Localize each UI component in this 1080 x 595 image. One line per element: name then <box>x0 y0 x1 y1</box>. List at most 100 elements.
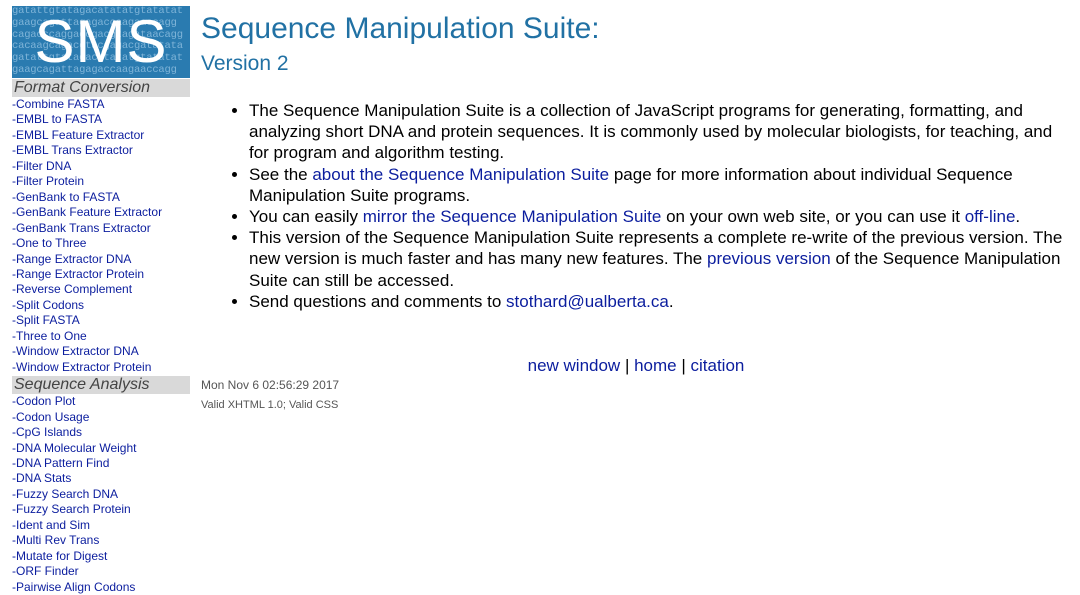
sidebar-item: -Filter Protein <box>12 174 190 189</box>
bullet-text: Send questions and comments to <box>249 291 507 311</box>
sidebar-item: -Window Extractor Protein <box>12 360 190 375</box>
bullet-text: The Sequence Manipulation Suite is a col… <box>249 101 1053 163</box>
sidebar-item: -Reverse Complement <box>12 282 190 297</box>
new-window-link[interactable]: new window <box>528 356 621 375</box>
footer-links: new window | home | citation <box>201 356 1071 376</box>
sidebar-item: -ORF Finder <box>12 564 190 579</box>
intro-bullet: Send questions and comments to stothard@… <box>249 291 1071 312</box>
sidebar-link-one-to-three[interactable]: -One to Three <box>12 236 86 250</box>
sidebar-link-embl-trans-extractor[interactable]: -EMBL Trans Extractor <box>12 143 133 157</box>
sidebar-link-genbank-feature-extractor[interactable]: -GenBank Feature Extractor <box>12 205 162 219</box>
page-subtitle: Version 2 <box>201 52 289 75</box>
sidebar-item: -Codon Usage <box>12 410 190 425</box>
bullet-text: You can easily <box>249 207 363 227</box>
sidebar-link-reverse-complement[interactable]: -Reverse Complement <box>12 282 132 296</box>
main-content: Sequence Manipulation Suite: Version 2 T… <box>201 14 1071 312</box>
inline-link[interactable]: off-line <box>965 207 1016 226</box>
sidebar-link-fuzzy-search-dna[interactable]: -Fuzzy Search DNA <box>12 487 118 501</box>
sidebar-item: -EMBL to FASTA <box>12 112 190 127</box>
sidebar-item: -Range Extractor Protein <box>12 267 190 282</box>
sidebar-item: -EMBL Feature Extractor <box>12 128 190 143</box>
sidebar-item: -DNA Molecular Weight <box>12 441 190 456</box>
sidebar-link-filter-dna[interactable]: -Filter DNA <box>12 159 71 173</box>
sidebar-link-three-to-one[interactable]: -Three to One <box>12 329 87 343</box>
sidebar-item: -GenBank Feature Extractor <box>12 205 190 220</box>
sidebar-item: -Filter DNA <box>12 159 190 174</box>
sidebar-link-embl-to-fasta[interactable]: -EMBL to FASTA <box>12 112 102 126</box>
sidebar-item: -GenBank Trans Extractor <box>12 221 190 236</box>
intro-bullet: The Sequence Manipulation Suite is a col… <box>249 100 1071 164</box>
sidebar-item: -EMBL Trans Extractor <box>12 143 190 158</box>
bullet-text: on your own web site, or you can use it <box>661 207 965 227</box>
bullet-text: . <box>1015 207 1021 227</box>
home-link[interactable]: home <box>634 356 677 375</box>
sidebar-link-range-extractor-protein[interactable]: -Range Extractor Protein <box>12 267 144 281</box>
sidebar-item: -DNA Pattern Find <box>12 456 190 471</box>
sidebar-item: -Multi Rev Trans <box>12 533 190 548</box>
bullet-text: See the <box>249 164 313 184</box>
sidebar-link-embl-feature-extractor[interactable]: -EMBL Feature Extractor <box>12 128 144 142</box>
sms-logo[interactable]: gatattgtatagacatatatgtatatat gaagcagatta… <box>12 6 190 78</box>
inline-link[interactable]: mirror the Sequence Manipulation Suite <box>363 207 662 226</box>
sidebar-item: -DNA Stats <box>12 471 190 486</box>
sidebar-link-combine-fasta[interactable]: -Combine FASTA <box>12 97 104 111</box>
sidebar-link-codon-usage[interactable]: -Codon Usage <box>12 410 89 424</box>
logo-text: SMS <box>34 8 168 75</box>
sidebar-item: -Range Extractor DNA <box>12 252 190 267</box>
sidebar-link-mutate-for-digest[interactable]: -Mutate for Digest <box>12 549 107 563</box>
sidebar-link-cpg-islands[interactable]: -CpG Islands <box>12 425 82 439</box>
sidebar-item: -GenBank to FASTA <box>12 190 190 205</box>
link-separator: | <box>620 356 635 375</box>
format-conversion-list: -Combine FASTA -EMBL to FASTA -EMBL Featur… <box>12 97 190 375</box>
sidebar-link-genbank-to-fasta[interactable]: -GenBank to FASTA <box>12 190 120 204</box>
section-sequence-analysis: Sequence Analysis -Codon Plot -Codon Usag… <box>12 376 190 595</box>
bullet-text: . <box>668 291 674 311</box>
sidebar-item: -Mutate for Digest <box>12 549 190 564</box>
sidebar-link-multi-rev-trans[interactable]: -Multi Rev Trans <box>12 533 99 547</box>
sidebar-item: -Combine FASTA <box>12 97 190 112</box>
sidebar-link-range-extractor-dna[interactable]: -Range Extractor DNA <box>12 252 131 266</box>
citation-link[interactable]: citation <box>691 356 745 375</box>
sidebar-link-window-extractor-protein[interactable]: -Window Extractor Protein <box>12 360 151 374</box>
sidebar-link-orf-finder[interactable]: -ORF Finder <box>12 564 79 578</box>
sidebar-item: -Window Extractor DNA <box>12 344 190 359</box>
last-modified-date: Mon Nov 6 02:56:29 2017 <box>201 378 340 392</box>
sidebar-item: -Fuzzy Search DNA <box>12 487 190 502</box>
intro-bullet-list: The Sequence Manipulation Suite is a col… <box>201 100 1071 312</box>
sidebar-item: -One to Three <box>12 236 190 251</box>
page-title: Sequence Manipulation Suite: <box>201 12 600 45</box>
intro-bullet: This version of the Sequence Manipulatio… <box>249 227 1071 291</box>
sidebar-link-codon-plot[interactable]: -Codon Plot <box>12 394 75 408</box>
sidebar-link-fuzzy-search-protein[interactable]: -Fuzzy Search Protein <box>12 502 131 516</box>
sidebar-link-ident-and-sim[interactable]: -Ident and Sim <box>12 518 90 532</box>
sidebar-link-dna-stats[interactable]: -DNA Stats <box>12 471 71 485</box>
sequence-analysis-list: -Codon Plot -Codon Usage -CpG Islands -DNA … <box>12 394 190 595</box>
sidebar-link-split-codons[interactable]: -Split Codons <box>12 298 84 312</box>
sidebar-link-genbank-trans-extractor[interactable]: -GenBank Trans Extractor <box>12 221 151 235</box>
sidebar: gatattgtatagacatatatgtatatat gaagcagatta… <box>12 6 190 595</box>
section-format-conversion: Format Conversion -Combine FASTA -EMBL to… <box>12 79 190 375</box>
sidebar-link-window-extractor-dna[interactable]: -Window Extractor DNA <box>12 344 139 358</box>
sidebar-link-filter-protein[interactable]: -Filter Protein <box>12 174 84 188</box>
section-heading: Sequence Analysis <box>12 376 190 395</box>
intro-bullet: You can easily mirror the Sequence Manip… <box>249 206 1071 227</box>
inline-link[interactable]: previous version <box>707 249 831 268</box>
inline-link[interactable]: about the Sequence Manipulation Suite <box>312 165 609 184</box>
sidebar-item: -Codon Plot <box>12 394 190 409</box>
sidebar-item: -Ident and Sim <box>12 518 190 533</box>
validity-note: Valid XHTML 1.0; Valid CSS <box>201 399 339 411</box>
sidebar-item: -Split Codons <box>12 298 190 313</box>
sidebar-link-pairwise-align-codons[interactable]: -Pairwise Align Codons <box>12 580 135 594</box>
intro-bullet: See the about the Sequence Manipulation … <box>249 164 1071 206</box>
sidebar-link-dna-molecular-weight[interactable]: -DNA Molecular Weight <box>12 441 137 455</box>
sidebar-item: -CpG Islands <box>12 425 190 440</box>
section-heading: Format Conversion <box>12 79 190 97</box>
inline-link[interactable]: stothard@ualberta.ca <box>506 292 669 311</box>
sidebar-item: -Three to One <box>12 329 190 344</box>
sidebar-link-dna-pattern-find[interactable]: -DNA Pattern Find <box>12 456 109 470</box>
sidebar-link-split-fasta[interactable]: -Split FASTA <box>12 313 80 327</box>
sidebar-item: -Fuzzy Search Protein <box>12 502 190 517</box>
sidebar-item: -Pairwise Align Codons <box>12 580 190 595</box>
sidebar-item: -Split FASTA <box>12 313 190 328</box>
link-separator: | <box>676 356 691 375</box>
